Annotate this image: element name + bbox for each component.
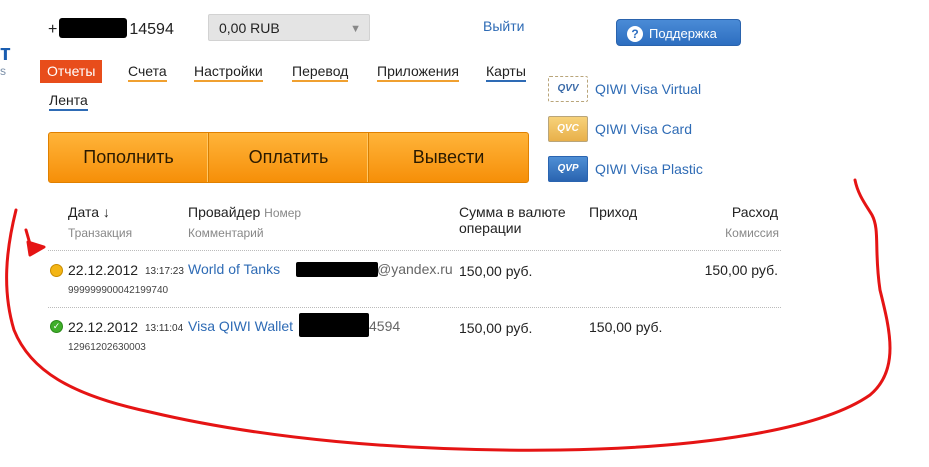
support-label: Поддержка — [649, 26, 717, 41]
row1-provider-link[interactable]: World of Tanks — [188, 261, 280, 277]
tab-reports[interactable]: Отчеты — [40, 60, 103, 83]
row1-time: 13:17:23 — [145, 266, 184, 277]
number-label: Номер — [264, 206, 302, 220]
row2-income: 150,00 руб. — [589, 319, 663, 335]
tab-cards[interactable]: Карты — [486, 63, 526, 82]
row1-expense: 150,00 руб. — [704, 262, 778, 278]
qvp-card-icon: QVP — [548, 156, 588, 182]
col-header-commission: Комиссия — [725, 226, 779, 240]
col-header-date[interactable]: Дата ↓ — [68, 204, 110, 220]
question-icon: ? — [627, 26, 643, 42]
row1-number: @yandex.ru — [377, 261, 453, 277]
divider — [48, 250, 781, 252]
amount-header-line2: операции — [459, 220, 522, 236]
tab-settings[interactable]: Настройки — [194, 63, 263, 82]
col-header-income: Приход — [589, 204, 638, 220]
amount-header-line1: Сумма в валюте — [459, 204, 566, 220]
pay-button[interactable]: Оплатить — [209, 133, 369, 182]
row2-number: 4594 — [369, 318, 401, 334]
logo-fragment: т — [0, 40, 11, 65]
redaction-block — [299, 313, 369, 337]
balance-value: 0,00 RUB — [219, 20, 280, 36]
balance-select[interactable]: 0,00 RUB ▼ — [208, 14, 370, 41]
phone-suffix: 14594 — [129, 21, 174, 38]
row2-date: 22.12.2012 — [68, 319, 139, 335]
col-header-amount: Сумма в валюте операции — [459, 204, 566, 236]
tab-transfer[interactable]: Перевод — [292, 63, 349, 82]
row2-time: 13:11:04 — [145, 323, 184, 334]
divider — [48, 307, 781, 309]
col-header-comment: Комментарий — [188, 226, 264, 240]
qvc-card-icon: QVC — [548, 116, 588, 142]
row1-date: 22.12.2012 — [68, 262, 139, 278]
support-button[interactable]: ? Поддержка — [616, 19, 741, 46]
account-phone: +14594 — [48, 18, 174, 39]
row2-amount: 150,00 руб. — [459, 320, 533, 336]
card-label: QIWI Visa Card — [595, 121, 692, 137]
col-header-transaction: Транзакция — [68, 226, 133, 240]
tab-accounts[interactable]: Счета — [128, 63, 167, 82]
chevron-down-icon: ▼ — [350, 23, 361, 35]
qvv-card-icon: QVV — [548, 76, 588, 102]
logout-link[interactable]: Выйти — [483, 18, 524, 34]
tab-feed[interactable]: Лента — [49, 92, 88, 111]
row2-provider-link[interactable]: Visa QIWI Wallet — [188, 318, 293, 334]
redaction-block — [296, 262, 378, 277]
card-label: QIWI Visa Virtual — [595, 81, 702, 97]
check-icon: ✓ — [50, 320, 63, 333]
withdraw-button[interactable]: Вывести — [369, 133, 528, 182]
clock-icon — [50, 264, 63, 277]
action-button-bar: Пополнить Оплатить Вывести — [48, 132, 529, 183]
col-header-provider: Провайдер Номер — [188, 204, 301, 220]
col-header-expense: Расход — [731, 204, 778, 220]
logo-fragment-sub: s — [0, 64, 6, 78]
row1-txid: 999999900042199740 — [68, 285, 169, 296]
redaction-block — [59, 18, 128, 38]
row2-txid: 12961202630003 — [68, 342, 146, 353]
row1-amount: 150,00 руб. — [459, 263, 533, 279]
phone-prefix: + — [48, 21, 58, 38]
tab-apps[interactable]: Приложения — [377, 63, 459, 82]
topup-button[interactable]: Пополнить — [49, 133, 209, 182]
card-label: QIWI Visa Plastic — [595, 161, 703, 177]
provider-label: Провайдер — [188, 204, 261, 220]
